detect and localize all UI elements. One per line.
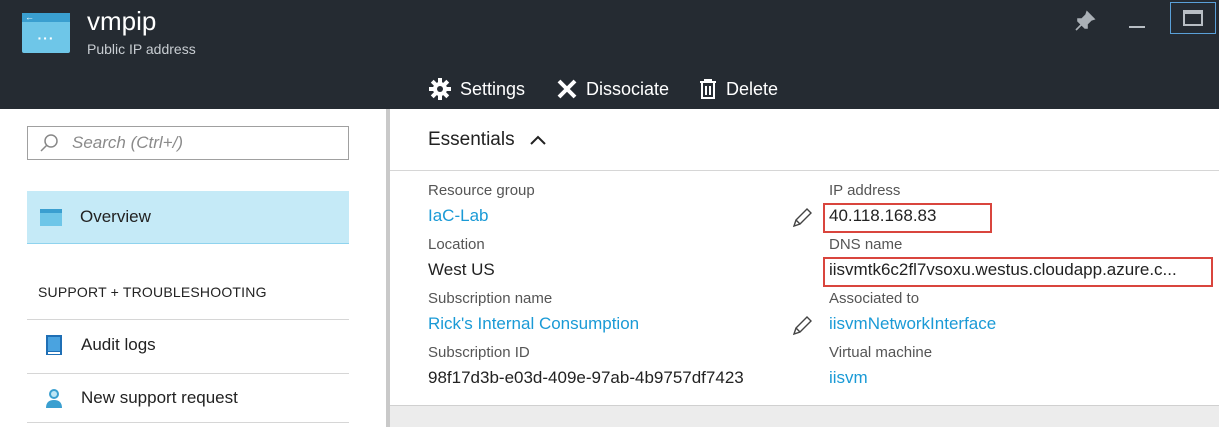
search-box[interactable] <box>27 126 349 160</box>
resource-menu: Overview SUPPORT + TROUBLESHOOTING Audit… <box>0 109 388 427</box>
essentials-footer <box>390 405 1219 427</box>
location-value: West US <box>428 260 495 279</box>
edit-icon[interactable] <box>791 207 813 229</box>
essentials-heading: Essentials <box>428 128 515 150</box>
subscription-name-link[interactable]: Rick's Internal Consumption <box>428 314 639 334</box>
virtual-machine-label: Virtual machine <box>829 344 933 361</box>
delete-label: Delete <box>726 78 779 99</box>
public-ip-icon: ← ··· <box>22 12 70 53</box>
resource-group-link[interactable]: IaC-Lab <box>428 206 488 226</box>
resource-group-label: Resource group <box>428 182 535 199</box>
section-heading: SUPPORT + TROUBLESHOOTING <box>38 284 267 300</box>
gear-icon <box>429 78 451 100</box>
subscription-name-label: Subscription name <box>428 290 553 307</box>
sidebar-item-overview[interactable]: Overview <box>27 191 349 244</box>
sidebar-item-new-support-request[interactable]: New support request <box>27 373 349 423</box>
settings-label: Settings <box>460 78 526 99</box>
settings-button[interactable]: Settings <box>428 74 525 104</box>
maximize-icon[interactable] <box>1170 2 1216 34</box>
close-icon <box>557 79 577 99</box>
audit-log-icon <box>46 334 62 355</box>
public-ip-icon <box>40 208 62 226</box>
support-person-icon <box>46 389 62 408</box>
associated-to-link[interactable]: iisvmNetworkInterface <box>829 314 996 334</box>
sidebar-item-label: New support request <box>81 388 238 407</box>
minimize-icon[interactable] <box>1120 6 1154 36</box>
dissociate-button[interactable]: Dissociate <box>556 74 669 104</box>
edit-icon[interactable] <box>791 315 813 337</box>
search-input[interactable] <box>72 133 342 153</box>
essentials-toggle[interactable]: Essentials <box>390 109 1219 171</box>
sidebar-item-label: Overview <box>80 207 151 226</box>
blade-header: ← ··· vmpip Public IP address Settings D… <box>0 0 1219 109</box>
associated-to-label: Associated to <box>829 290 920 307</box>
subscription-id-value: 98f17d3b-e03d-409e-97ab-4b9757df7423 <box>428 368 744 387</box>
page-subtitle: Public IP address <box>87 41 196 57</box>
essentials-panel: Essentials Resource group IaC-Lab Locati… <box>390 109 1219 427</box>
chevron-up-icon <box>529 135 546 145</box>
subscription-id-label: Subscription ID <box>428 344 530 361</box>
delete-button[interactable]: Delete <box>698 74 778 104</box>
dns-name-label: DNS name <box>829 236 903 253</box>
location-label: Location <box>428 236 485 253</box>
dns-name-highlight <box>823 257 1213 287</box>
dissociate-label: Dissociate <box>586 78 670 99</box>
sidebar-item-audit-logs[interactable]: Audit logs <box>27 319 349 369</box>
search-icon <box>40 134 58 152</box>
page-title: vmpip <box>87 6 157 36</box>
ip-address-label: IP address <box>829 182 901 199</box>
ip-address-highlight <box>823 203 992 233</box>
sidebar-item-label: Audit logs <box>81 334 156 354</box>
pin-icon[interactable] <box>1068 6 1102 36</box>
trash-icon <box>700 79 716 99</box>
virtual-machine-link[interactable]: iisvm <box>829 368 868 388</box>
